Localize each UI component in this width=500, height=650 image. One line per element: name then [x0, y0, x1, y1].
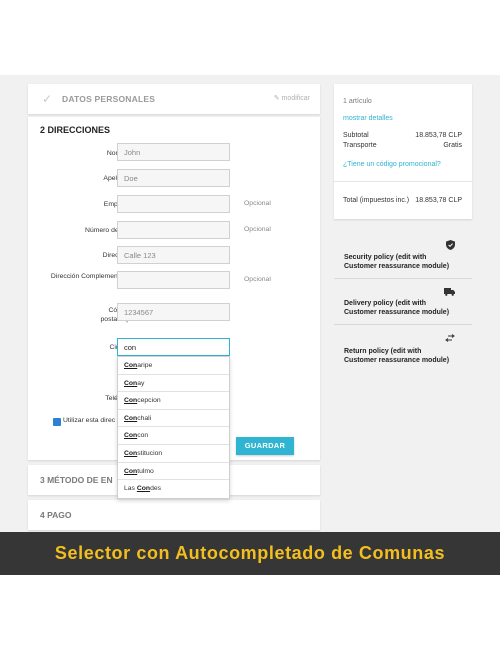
vat-number-input[interactable]	[117, 221, 230, 239]
step-personal-info[interactable]: ✓ DATOS PERSONALES ✎ modificar	[28, 84, 320, 114]
step-addresses-title: 2 DIRECCIONES	[40, 125, 111, 135]
step-payment[interactable]: 4 PAGO	[28, 500, 320, 530]
step-personal-title: DATOS PERSONALES	[62, 94, 156, 104]
total-value: 18.853,78 CLP	[415, 197, 462, 204]
shield-icon	[446, 240, 455, 252]
reassurance-text: Security policy (edit with Customer reas…	[344, 254, 450, 270]
postal-code-input[interactable]: 1234567	[117, 303, 230, 321]
cart-summary: 1 artículo mostrar detalles Subtotal 18.…	[334, 84, 472, 219]
reassurance-security: Security policy (edit with Customer reas…	[334, 236, 472, 279]
optional-note: Opcional	[244, 276, 271, 283]
check-icon: ✓	[42, 92, 53, 106]
autocomplete-option[interactable]: Conay	[118, 375, 229, 393]
use-address-checkbox[interactable]	[53, 418, 61, 426]
city-autocomplete-input[interactable]: con	[117, 338, 230, 356]
company-input[interactable]	[117, 195, 230, 213]
autocomplete-option[interactable]: Constitucion	[118, 445, 229, 463]
swap-arrows-icon	[445, 334, 455, 344]
total-label: Total (impuestos inc.)	[343, 197, 410, 204]
autocomplete-option[interactable]: Concon	[118, 427, 229, 445]
use-address-label: Utilizar esta direc	[63, 417, 116, 424]
shipping-value: Gratis	[443, 142, 462, 149]
truck-icon	[444, 288, 455, 298]
optional-note: Opcional	[244, 226, 271, 233]
reassurance-text: Return policy (edit with Customer reassu…	[344, 348, 450, 364]
page: ✓ DATOS PERSONALES ✎ modificar 2 DIRECCI…	[0, 0, 500, 650]
item-count: 1 artículo	[343, 98, 372, 105]
promo-code-link[interactable]: ¿Tiene un código promocional?	[343, 161, 441, 168]
autocomplete-option[interactable]: Las Condes	[118, 480, 229, 498]
first-name-input[interactable]: John	[117, 143, 230, 161]
reassurance-text: Delivery policy (edit with Customer reas…	[344, 300, 450, 316]
promo-banner: Selector con Autocompletado de Comunas	[0, 532, 500, 575]
address-complement-input[interactable]	[117, 271, 230, 289]
last-name-input[interactable]: Doe	[117, 169, 230, 187]
reassurance-return: Return policy (edit with Customer reassu…	[334, 326, 472, 371]
reassurance-delivery: Delivery policy (edit with Customer reas…	[334, 280, 472, 325]
save-button[interactable]: GUARDAR	[236, 437, 294, 455]
optional-note: Opcional	[244, 200, 271, 207]
address-input[interactable]: Calle 123	[117, 246, 230, 264]
subtotal-value: 18.853,78 CLP	[415, 132, 462, 139]
autocomplete-option[interactable]: Conaripe	[118, 357, 229, 375]
divider	[334, 181, 472, 182]
banner-title: Selector con Autocompletado de Comunas	[54, 543, 446, 563]
shipping-label: Transporte	[343, 142, 377, 149]
autocomplete-option[interactable]: Conchali	[118, 410, 229, 428]
modify-link[interactable]: ✎ modificar	[274, 94, 310, 102]
step-payment-title: 4 PAGO	[40, 510, 72, 520]
city-autocomplete-list: Conaripe Conay Concepcion Conchali Conco…	[117, 356, 230, 499]
show-details-link[interactable]: mostrar detalles	[343, 115, 393, 122]
autocomplete-option[interactable]: Concepcion	[118, 392, 229, 410]
subtotal-label: Subtotal	[343, 132, 369, 139]
autocomplete-option[interactable]: Contulmo	[118, 463, 229, 481]
